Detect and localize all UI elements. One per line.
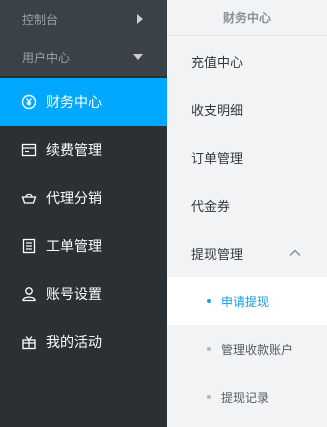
sidebar-group-label: 用户中心 xyxy=(22,50,71,65)
sidebar-item-finance[interactable]: 财务中心 xyxy=(0,78,167,126)
user-icon xyxy=(21,286,37,302)
submenu-leaf-withdrawal-records[interactable]: 提现记录 xyxy=(167,373,327,421)
sidebar-group-user-center[interactable]: 用户中心 xyxy=(0,38,167,76)
submenu-leaf-manage-accounts[interactable]: 管理收款账户 xyxy=(167,325,327,373)
sidebar-item-renewal[interactable]: 续费管理 xyxy=(0,126,167,174)
submenu-item-label: 提现管理 xyxy=(191,247,244,263)
sidebar-item-tickets[interactable]: 工单管理 xyxy=(0,222,167,270)
main-sidebar: 控制台 用户中心 财务中心 续费管理 代理分销 工单管理 账号设置 我的活动 xyxy=(0,0,167,427)
sidebar-item-account-settings[interactable]: 账号设置 xyxy=(0,270,167,318)
submenu-item-label: 代金券 xyxy=(191,199,231,215)
submenu-item-orders[interactable]: 订单管理 xyxy=(167,133,327,181)
bullet-dot-icon xyxy=(207,299,211,303)
sidebar-item-label: 我的活动 xyxy=(46,335,102,351)
yen-circle-icon xyxy=(21,94,37,110)
submenu-item-withdrawal[interactable]: 提现管理 xyxy=(167,229,327,277)
submenu-item-label: 订单管理 xyxy=(191,151,244,167)
sidebar-item-label: 续费管理 xyxy=(46,143,102,159)
sidebar-item-label: 账号设置 xyxy=(46,287,102,303)
bullet-dot-icon xyxy=(207,347,211,351)
sidebar-group-console[interactable]: 控制台 xyxy=(0,0,167,38)
sidebar-item-label: 代理分销 xyxy=(46,191,102,207)
sidebar-item-activities[interactable]: 我的活动 xyxy=(0,318,167,366)
caret-down-icon xyxy=(133,54,143,60)
sidebar-item-label: 工单管理 xyxy=(46,239,102,255)
document-list-icon xyxy=(21,238,37,254)
sidebar-item-agency[interactable]: 代理分销 xyxy=(0,174,167,222)
submenu-leaf-label: 提现记录 xyxy=(221,390,270,405)
finance-submenu-panel: 财务中心 充值中心 收支明细 订单管理 代金券 提现管理 申请提现 管理收款账户… xyxy=(167,0,327,427)
app-root: 控制台 用户中心 财务中心 续费管理 代理分销 工单管理 账号设置 我的活动 财… xyxy=(0,0,327,427)
bullet-dot-icon xyxy=(207,395,211,399)
submenu-item-transactions[interactable]: 收支明细 xyxy=(167,85,327,133)
panel-title: 财务中心 xyxy=(167,0,327,36)
submenu-leaf-label: 申请提现 xyxy=(221,294,270,309)
submenu-item-label: 收支明细 xyxy=(191,103,244,119)
calendar-icon xyxy=(21,142,37,158)
caret-right-icon xyxy=(137,14,143,24)
submenu-item-recharge[interactable]: 充值中心 xyxy=(167,37,327,85)
submenu-item-vouchers[interactable]: 代金券 xyxy=(167,181,327,229)
submenu-leaf-apply-withdrawal[interactable]: 申请提现 xyxy=(167,277,327,325)
sidebar-item-label: 财务中心 xyxy=(46,95,102,111)
submenu-leaf-label: 管理收款账户 xyxy=(221,342,294,357)
basket-icon xyxy=(21,190,37,206)
submenu-item-label: 充值中心 xyxy=(191,55,244,71)
sidebar-group-label: 控制台 xyxy=(22,12,59,27)
chevron-up-icon xyxy=(289,246,301,261)
gift-icon xyxy=(21,334,37,350)
